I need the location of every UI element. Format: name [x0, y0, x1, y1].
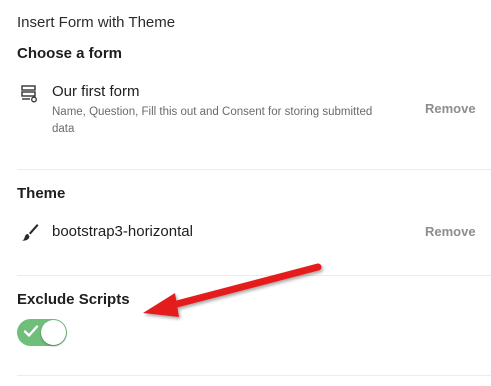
remove-theme-button[interactable]: Remove: [425, 224, 476, 239]
choose-form-heading: Choose a form: [17, 45, 123, 62]
theme-heading: Theme: [17, 185, 66, 202]
form-item-title: Our first form: [52, 83, 140, 100]
paintbrush-icon: [20, 222, 40, 242]
form-item-description: Name, Question, Fill this out and Consen…: [52, 106, 373, 135]
theme-item: bootstrap3-horizontal Remove: [0, 218, 491, 248]
divider: [17, 169, 491, 170]
exclude-scripts-toggle[interactable]: [17, 319, 67, 346]
form-item: Our first form Name, Question, Fill this…: [0, 78, 491, 142]
remove-form-button[interactable]: Remove: [425, 101, 476, 116]
form-icon: [20, 84, 40, 104]
exclude-scripts-heading: Exclude Scripts: [17, 291, 130, 308]
checkmark-icon: [23, 323, 39, 339]
panel-title: Insert Form with Theme: [17, 14, 176, 31]
divider: [17, 375, 491, 376]
toggle-knob: [41, 320, 66, 345]
arrow-icon: [143, 263, 322, 317]
theme-item-title: bootstrap3-horizontal: [52, 223, 193, 240]
